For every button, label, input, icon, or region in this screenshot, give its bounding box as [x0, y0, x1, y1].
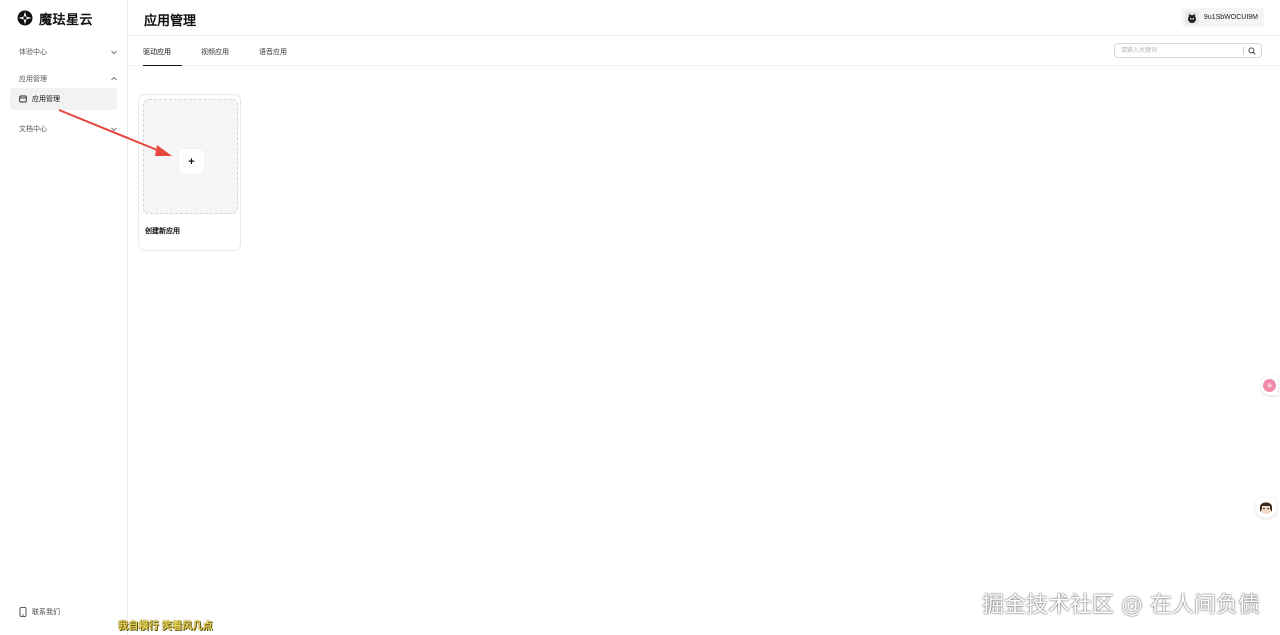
tab-voice-apps[interactable]: 语音应用 — [259, 37, 287, 66]
nav-group-app-management[interactable]: 应用管理 — [0, 71, 128, 87]
user-name: 9u1SbWOCUI9M — [1203, 14, 1258, 21]
sidebar: 魔珐星云 体验中心 应用管理 应用管理 文档中心 联系我们 — [0, 0, 128, 635]
chevron-down-icon — [111, 50, 117, 55]
card-label: 创建新应用 — [145, 228, 180, 235]
app-box-icon — [19, 95, 27, 103]
brand-name: 魔珐星云 — [39, 11, 94, 27]
nav-group-docs[interactable]: 文档中心 — [0, 121, 128, 137]
floating-helper-button[interactable]: ※ — [1261, 376, 1278, 395]
top-header: 应用管理 9u1SbWOCUI9M — [129, 0, 1280, 36]
tab-drive-apps[interactable]: 驱动应用 — [143, 37, 182, 66]
sidebar-item-app-management[interactable]: 应用管理 — [10, 88, 117, 110]
brand-logo[interactable]: 魔珐星云 — [17, 9, 93, 27]
nav-group-label: 应用管理 — [19, 76, 47, 83]
tab-bar: 驱动应用 视频应用 语音应用 — [129, 37, 1280, 66]
user-menu[interactable]: 9u1SbWOCUI9M — [1181, 8, 1264, 27]
assistant-avatar-icon — [1260, 502, 1272, 514]
tab-label: 视频应用 — [201, 48, 229, 56]
sidebar-item-label: 应用管理 — [32, 96, 60, 103]
cat-avatar-icon — [1187, 13, 1196, 23]
flower-icon: ※ — [1263, 379, 1276, 392]
watermark: 掘金技术社区 @ 在人间负债 — [982, 593, 1260, 618]
card-thumbnail: + — [143, 99, 238, 214]
search-input[interactable] — [1115, 44, 1243, 57]
contact-label: 联系我们 — [32, 609, 60, 616]
video-caption: 我自横行 笑看风几点 — [118, 621, 213, 632]
nav-group-experience[interactable]: 体验中心 — [0, 44, 128, 60]
tab-label: 驱动应用 — [143, 48, 171, 56]
nav-group-head[interactable]: 体验中心 — [0, 44, 128, 60]
tab-video-apps[interactable]: 视频应用 — [201, 37, 229, 66]
create-app-card[interactable]: + 创建新应用 — [138, 94, 241, 251]
chevron-down-icon — [111, 127, 117, 132]
tab-label: 语音应用 — [259, 48, 287, 56]
nav-group-label: 文档中心 — [19, 126, 47, 133]
phone-icon — [19, 607, 27, 617]
search-icon[interactable] — [1248, 46, 1256, 55]
avatar — [1184, 10, 1199, 25]
search-box[interactable] — [1114, 43, 1262, 58]
chevron-up-icon — [111, 76, 117, 81]
nav-group-label: 体验中心 — [19, 49, 47, 56]
plus-icon[interactable]: + — [179, 149, 204, 174]
compass-logo-icon — [17, 10, 33, 26]
nav-group-head[interactable]: 文档中心 — [0, 121, 128, 137]
contact-us-link[interactable]: 联系我们 — [19, 607, 60, 617]
assistant-avatar-button[interactable] — [1255, 496, 1277, 518]
app-root: 魔珐星云 体验中心 应用管理 应用管理 文档中心 联系我们 应用管理 9u1Sb… — [0, 0, 1280, 635]
page-title: 应用管理 — [144, 13, 197, 28]
search-divider — [1243, 46, 1244, 55]
nav-group-head[interactable]: 应用管理 — [0, 71, 128, 87]
